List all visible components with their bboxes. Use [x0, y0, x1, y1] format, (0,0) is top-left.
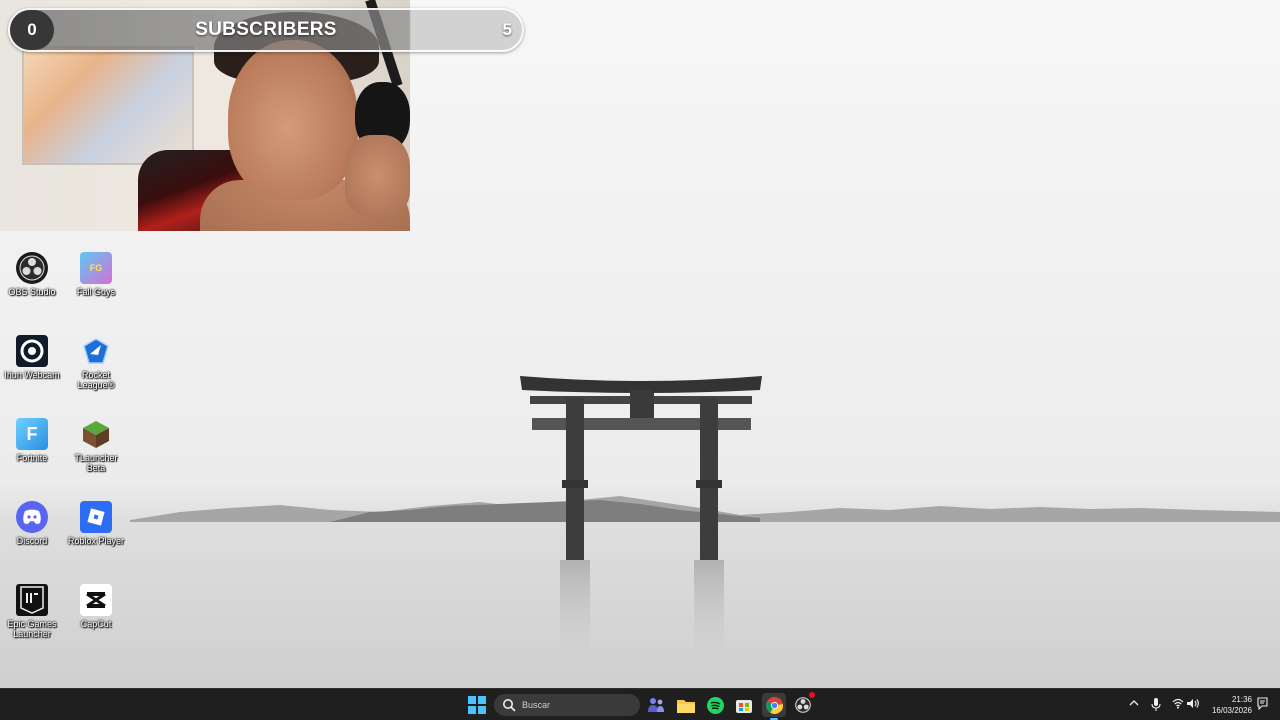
wifi-icon[interactable]: [1172, 698, 1184, 714]
desktop-icon-label: Fortnite: [16, 453, 48, 463]
desktop-icon-label: Epic Games Launcher: [7, 619, 57, 639]
clock-time: 21:36: [1231, 695, 1252, 704]
clock-date: 16/03/2026: [1211, 706, 1252, 715]
store-icon: [736, 700, 752, 713]
obs-icon: [16, 252, 48, 284]
desktop-icon-label: TLauncher Beta: [74, 453, 118, 473]
subscriber-goal-count: 5: [502, 20, 512, 39]
desktop-icon-capcut[interactable]: CapCut: [64, 584, 128, 629]
desktop-icon-label: Fall Guys: [76, 287, 115, 297]
desktop-icon-label: Rocket League®: [77, 370, 115, 390]
obs-taskbar-icon: [795, 697, 811, 713]
system-clock[interactable]: 21:36 16/03/2026: [1212, 694, 1252, 716]
fall-guys-icon: FG: [80, 252, 112, 284]
desktop-icon-discord[interactable]: Discord: [0, 501, 64, 546]
desktop-icon-rocket-league[interactable]: Rocket League®: [64, 335, 128, 390]
webcam-icon: [16, 335, 48, 367]
notifications-icon[interactable]: [1257, 697, 1268, 715]
taskbar: Buscar 21:36 16/03/2026: [0, 688, 1280, 720]
taskbar-file-explorer[interactable]: [674, 693, 698, 717]
file-explorer-icon: [677, 699, 695, 713]
capcut-icon: [80, 584, 112, 616]
subscriber-label: SUBSCRIBERS: [195, 19, 337, 40]
desktop-icon-label: Roblox Player: [67, 536, 125, 546]
taskbar-chrome[interactable]: [762, 693, 786, 720]
search-placeholder: Buscar: [522, 700, 551, 710]
anime-poster: [22, 46, 194, 165]
roblox-icon: [80, 501, 112, 533]
desktop-icon-iriun-webcam[interactable]: Iriun Webcam: [0, 335, 64, 380]
recording-indicator: [809, 692, 815, 698]
teams-icon: [648, 698, 664, 712]
minecraft-block-icon: [80, 418, 112, 450]
desktop-icon-fortnite[interactable]: F Fortnite: [0, 418, 64, 463]
person-face: [228, 40, 358, 200]
rocket-league-icon: [80, 335, 112, 367]
taskbar-search-box[interactable]: Buscar: [494, 694, 640, 716]
show-hidden-icons-chevron-icon[interactable]: [1129, 698, 1139, 713]
taskbar-obs[interactable]: [791, 692, 815, 717]
desktop-icon-label: Discord: [16, 536, 48, 546]
start-icon: [468, 696, 486, 714]
person-hand: [345, 135, 410, 215]
taskbar-spotify[interactable]: [703, 693, 727, 717]
desktop-icon-epic-games[interactable]: Epic Games Launcher: [0, 584, 64, 639]
volume-icon[interactable]: [1187, 698, 1200, 714]
desktop-icon-tlauncher[interactable]: TLauncher Beta: [64, 418, 128, 473]
spotify-icon: [706, 696, 724, 714]
taskbar-store[interactable]: [732, 693, 756, 717]
desktop-icon-label: CapCut: [80, 619, 112, 629]
start-button[interactable]: [465, 693, 489, 717]
desktop-icon-obs-studio[interactable]: OBS Studio: [0, 252, 64, 297]
chrome-icon: [765, 696, 783, 714]
microphone-icon[interactable]: [1151, 698, 1161, 716]
epic-games-icon: [16, 584, 48, 616]
desktop-icon-label: OBS Studio: [8, 287, 56, 297]
taskbar-teams[interactable]: [644, 693, 668, 717]
desktop-icon-label: Iriun Webcam: [4, 370, 60, 380]
discord-icon: [16, 501, 48, 533]
desktop-icon-fall-guys[interactable]: FG Fall Guys: [64, 252, 128, 297]
search-icon: [503, 699, 516, 712]
subscriber-goal-bar: 0 SUBSCRIBERS 5: [8, 8, 524, 52]
fortnite-icon: F: [16, 418, 48, 450]
desktop-icon-roblox[interactable]: Roblox Player: [64, 501, 128, 546]
